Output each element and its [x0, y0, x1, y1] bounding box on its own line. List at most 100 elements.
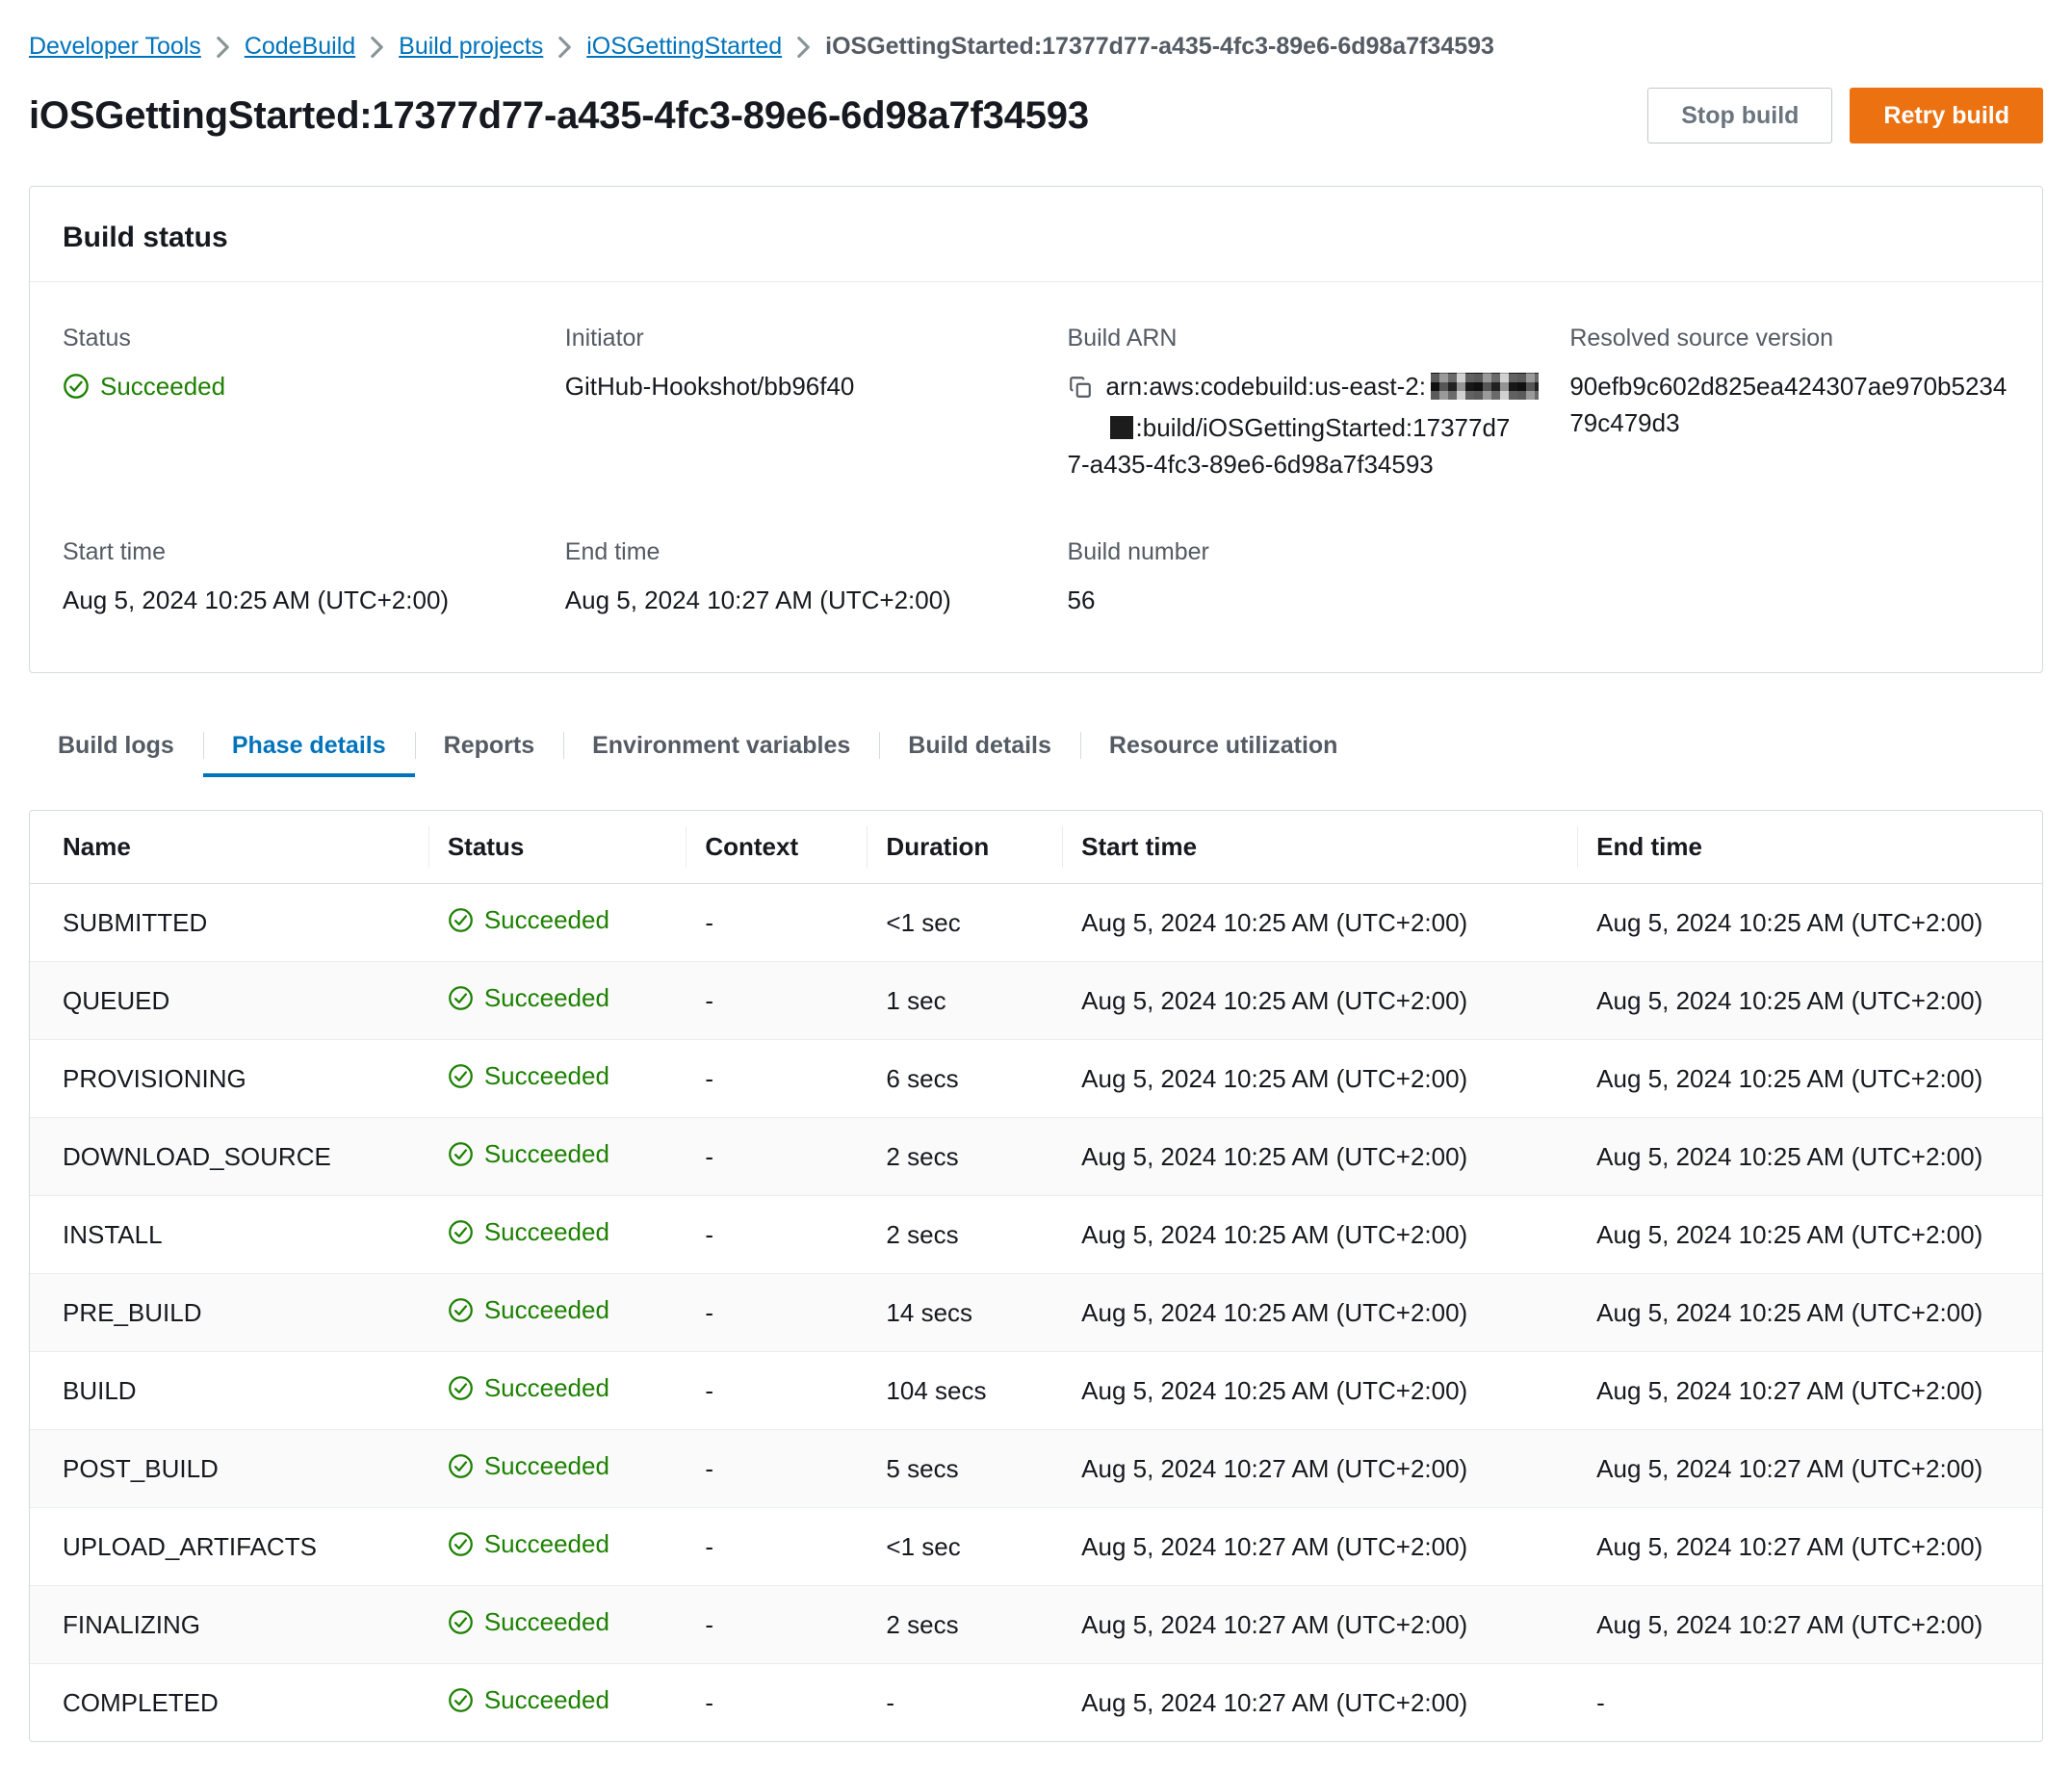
header-actions: Stop build Retry build — [1647, 88, 2043, 143]
phase-end-time: Aug 5, 2024 10:25 AM (UTC+2:00) — [1577, 962, 2042, 1040]
phase-name: UPLOAD_ARTIFACTS — [30, 1508, 428, 1586]
resolved-source-version-field: Resolved source version 90efb9c602d825ea… — [1569, 325, 2009, 482]
phase-start-time: Aug 5, 2024 10:25 AM (UTC+2:00) — [1062, 884, 1577, 962]
build-number-label: Build number — [1068, 538, 1547, 566]
breadcrumb-link-developer-tools[interactable]: Developer Tools — [29, 33, 201, 61]
tab-phase-details[interactable]: Phase details — [203, 714, 415, 777]
success-check-icon — [448, 985, 474, 1011]
phase-table-body: SUBMITTED Succeeded - <1 sec Aug 5, 2024… — [30, 884, 2042, 1742]
phase-start-time: Aug 5, 2024 10:27 AM (UTC+2:00) — [1062, 1664, 1577, 1742]
success-check-icon — [448, 1453, 474, 1479]
end-time-field: End time Aug 5, 2024 10:27 AM (UTC+2:00) — [565, 538, 1045, 618]
tab-reports[interactable]: Reports — [415, 714, 563, 777]
success-check-icon — [448, 1375, 474, 1401]
phase-status: Succeeded — [428, 1508, 686, 1586]
end-time-label: End time — [565, 538, 1045, 566]
phase-status-text: Succeeded — [484, 1607, 609, 1637]
breadcrumb-link-iosgettingstarted[interactable]: iOSGettingStarted — [586, 33, 782, 61]
phase-start-time: Aug 5, 2024 10:25 AM (UTC+2:00) — [1062, 1040, 1577, 1118]
success-check-icon — [448, 1219, 474, 1245]
phase-start-time: Aug 5, 2024 10:27 AM (UTC+2:00) — [1062, 1430, 1577, 1508]
phase-context: - — [686, 1430, 867, 1508]
status-field: Status Succeeded — [63, 325, 542, 482]
breadcrumb-chevron-icon — [371, 37, 383, 58]
phase-name: INSTALL — [30, 1196, 428, 1274]
table-row: SUBMITTED Succeeded - <1 sec Aug 5, 2024… — [30, 884, 2042, 962]
build-number-field: Build number 56 — [1068, 538, 1547, 618]
redacted-fragment — [1110, 416, 1133, 439]
breadcrumb-link-codebuild[interactable]: CodeBuild — [245, 33, 355, 61]
success-check-icon — [448, 1531, 474, 1557]
column-header-start-time: Start time — [1062, 811, 1577, 884]
phase-duration: <1 sec — [867, 1508, 1062, 1586]
phase-status: Succeeded — [428, 1040, 686, 1118]
phase-status-text: Succeeded — [484, 983, 609, 1013]
phase-duration: 14 secs — [867, 1274, 1062, 1352]
build-status-fields: Status Succeeded Initiator GitHub-Hooksh… — [30, 282, 2042, 672]
phase-status-text: Succeeded — [484, 1373, 609, 1403]
table-row: COMPLETED Succeeded - - Aug 5, 2024 10:2… — [30, 1664, 2042, 1742]
phase-context: - — [686, 1352, 867, 1430]
phase-name: SUBMITTED — [30, 884, 428, 962]
phase-context: - — [686, 884, 867, 962]
phase-end-time: Aug 5, 2024 10:27 AM (UTC+2:00) — [1577, 1352, 2042, 1430]
column-header-name: Name — [30, 811, 428, 884]
phase-end-time: Aug 5, 2024 10:27 AM (UTC+2:00) — [1577, 1508, 2042, 1586]
phase-status-text: Succeeded — [484, 1217, 609, 1247]
phase-start-time: Aug 5, 2024 10:25 AM (UTC+2:00) — [1062, 1274, 1577, 1352]
phase-duration: 6 secs — [867, 1040, 1062, 1118]
phase-end-time: Aug 5, 2024 10:27 AM (UTC+2:00) — [1577, 1586, 2042, 1664]
resolved-source-version-label: Resolved source version — [1569, 325, 2009, 352]
table-row: BUILD Succeeded - 104 secs Aug 5, 2024 1… — [30, 1352, 2042, 1430]
success-check-icon — [448, 1141, 474, 1167]
status-value: Succeeded — [63, 368, 225, 404]
breadcrumb-link-build-projects[interactable]: Build projects — [399, 33, 543, 61]
phase-status: Succeeded — [428, 1586, 686, 1664]
breadcrumb-chevron-icon — [797, 37, 810, 58]
phase-context: - — [686, 1040, 867, 1118]
build-status-card-title: Build status — [63, 221, 2009, 254]
table-row: PRE_BUILD Succeeded - 14 secs Aug 5, 202… — [30, 1274, 2042, 1352]
phase-status-text: Succeeded — [484, 1529, 609, 1559]
phase-end-time: Aug 5, 2024 10:25 AM (UTC+2:00) — [1577, 1118, 2042, 1196]
breadcrumb-current: iOSGettingStarted:17377d77-a435-4fc3-89e… — [825, 33, 1494, 61]
breadcrumb: Developer Tools CodeBuild Build projects iO… — [29, 0, 2043, 61]
redacted-account-id — [1431, 373, 1539, 400]
copy-icon[interactable] — [1068, 373, 1093, 409]
status-text: Succeeded — [100, 368, 225, 404]
phase-status-text: Succeeded — [484, 1061, 609, 1091]
table-row: POST_BUILD Succeeded - 5 secs Aug 5, 202… — [30, 1430, 2042, 1508]
table-row: QUEUED Succeeded - 1 sec Aug 5, 2024 10:… — [30, 962, 2042, 1040]
phase-duration: 2 secs — [867, 1196, 1062, 1274]
initiator-field: Initiator GitHub-Hookshot/bb96f40 — [565, 325, 1045, 482]
breadcrumb-chevron-icon — [217, 37, 229, 58]
start-time-field: Start time Aug 5, 2024 10:25 AM (UTC+2:0… — [63, 538, 542, 618]
tab-build-logs[interactable]: Build logs — [29, 714, 203, 777]
table-header-row: Name Status Context Duration Start time … — [30, 811, 2042, 884]
phase-name: POST_BUILD — [30, 1430, 428, 1508]
phase-status-text: Succeeded — [484, 1685, 609, 1715]
tab-environment-variables[interactable]: Environment variables — [563, 714, 879, 777]
retry-build-button[interactable]: Retry build — [1850, 88, 2043, 143]
phase-status: Succeeded — [428, 1118, 686, 1196]
phase-end-time: Aug 5, 2024 10:25 AM (UTC+2:00) — [1577, 1196, 2042, 1274]
phase-status-text: Succeeded — [484, 905, 609, 935]
phase-duration: <1 sec — [867, 884, 1062, 962]
initiator-value: GitHub-Hookshot/bb96f40 — [565, 368, 1045, 404]
build-arn-line2: :build/iOSGettingStarted:17377d7 — [1136, 413, 1511, 442]
phase-name: QUEUED — [30, 962, 428, 1040]
build-arn-field: Build ARN arn:aws:codebuild:us-east-2: :… — [1068, 325, 1547, 482]
success-check-icon — [448, 1687, 474, 1713]
phase-start-time: Aug 5, 2024 10:27 AM (UTC+2:00) — [1062, 1586, 1577, 1664]
stop-build-button[interactable]: Stop build — [1647, 88, 1832, 143]
tab-resource-utilization[interactable]: Resource utilization — [1080, 714, 1367, 777]
codebuild-build-detail-page: Developer Tools CodeBuild Build projects iO… — [0, 0, 2072, 1771]
phase-context: - — [686, 962, 867, 1040]
phase-context: - — [686, 1118, 867, 1196]
phase-duration: - — [867, 1664, 1062, 1742]
build-status-card-header: Build status — [30, 187, 2042, 282]
empty-grid-cell — [1569, 538, 2009, 618]
page-title: iOSGettingStarted:17377d77-a435-4fc3-89e… — [29, 94, 1089, 138]
tab-build-details[interactable]: Build details — [879, 714, 1080, 777]
phase-status: Succeeded — [428, 1664, 686, 1742]
